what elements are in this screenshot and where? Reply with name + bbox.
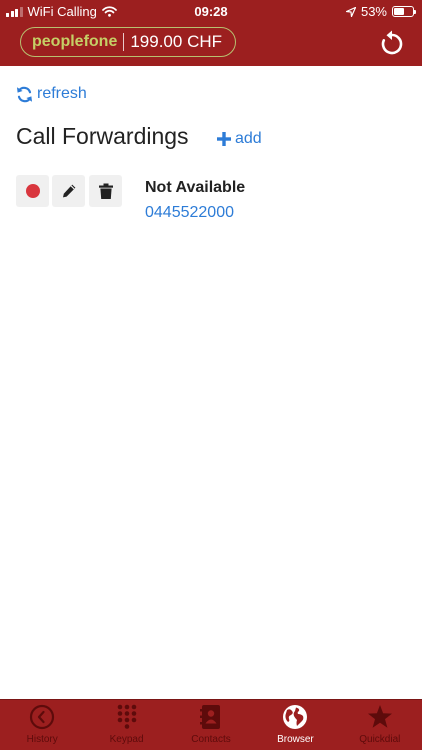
tab-label: Keypad <box>109 734 144 745</box>
battery-percent: 53% <box>360 4 387 19</box>
tab-history[interactable]: History <box>0 700 84 750</box>
add-label: add <box>235 130 262 147</box>
edit-button[interactable] <box>52 175 85 207</box>
refresh-icon <box>17 86 32 102</box>
location-arrow-icon <box>345 6 356 17</box>
add-forwarding-link[interactable]: add <box>217 130 262 148</box>
pill-divider <box>123 33 125 51</box>
reload-button[interactable] <box>380 30 404 56</box>
battery-icon <box>392 6 416 17</box>
reload-icon <box>381 30 403 55</box>
delete-button[interactable] <box>89 175 122 207</box>
toggle-status-button[interactable] <box>16 175 49 207</box>
balance-pill[interactable]: peoplefone 199.00 CHF <box>20 27 236 57</box>
plus-icon <box>217 132 231 146</box>
app-header: WiFi Calling 09:28 53% peoplefone 199.00… <box>0 0 422 66</box>
contacts-icon <box>198 704 224 730</box>
globe-icon <box>282 704 308 730</box>
refresh-link[interactable]: refresh <box>16 85 87 103</box>
refresh-label: refresh <box>37 85 87 102</box>
tab-label: History <box>26 734 58 745</box>
page-title: Call Forwardings <box>16 123 189 149</box>
keypad-icon <box>114 704 140 730</box>
trash-icon <box>98 183 113 199</box>
tab-label: Browser <box>277 734 314 745</box>
brand-name: peoplefone <box>32 33 118 50</box>
tab-browser[interactable]: Browser <box>253 700 337 750</box>
status-bar: WiFi Calling 09:28 53% <box>0 0 422 22</box>
tab-contacts[interactable]: Contacts <box>169 700 253 750</box>
tab-label: Contacts <box>191 734 231 745</box>
star-icon <box>367 704 393 730</box>
clock-icon <box>29 704 55 730</box>
tab-quickdial[interactable]: Quickdial <box>338 700 422 750</box>
forwarding-row: Not Available 0445522000 <box>16 175 406 225</box>
status-right: 53% <box>345 4 416 19</box>
tab-label: Quickdial <box>359 734 401 745</box>
record-dot-icon <box>25 184 40 198</box>
forwarding-number[interactable]: 0445522000 <box>145 204 234 222</box>
forwarding-name: Not Available <box>145 179 246 196</box>
tab-keypad[interactable]: Keypad <box>84 700 168 750</box>
tab-bar: History Keypad Contacts Browser Quickdia… <box>0 699 422 750</box>
balance-amount: 199.00 CHF <box>130 32 223 51</box>
pencil-icon <box>62 184 75 198</box>
